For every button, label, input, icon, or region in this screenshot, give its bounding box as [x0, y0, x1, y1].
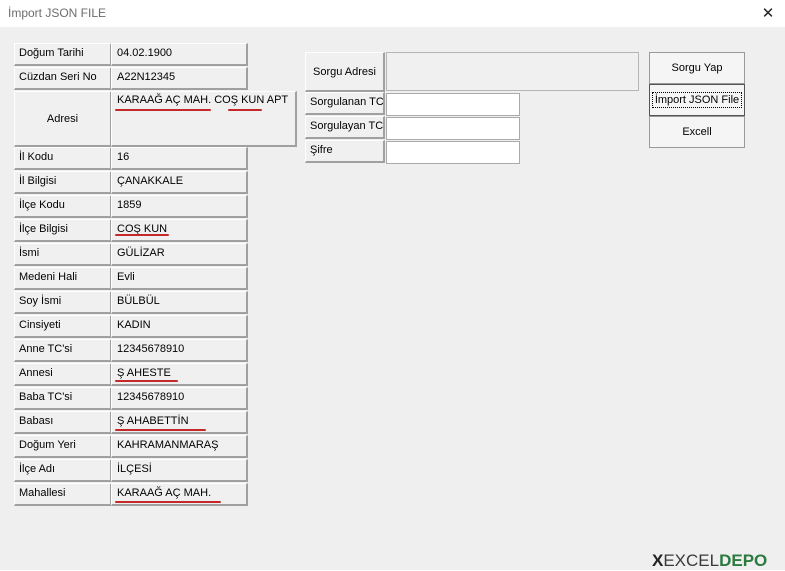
il-bilgisi-value[interactable]: ÇANAKKALE [111, 171, 248, 194]
cinsiyeti-value[interactable]: KADIN [111, 315, 248, 338]
ismi-value[interactable]: GÜLİZAR [111, 243, 248, 266]
cinsiyeti-label: Cinsiyeti [14, 315, 112, 338]
il-kodu-value[interactable]: 16 [111, 147, 248, 170]
ilce-bilgisi-underline [115, 234, 169, 236]
ilce-adi-label: İlçe Adı [14, 459, 112, 482]
adresi-value[interactable]: KARAAĞ AÇ MAH. COŞ KUN APT [111, 91, 297, 147]
import-json-file-button-label: İmport JSON File [651, 92, 743, 108]
title-bar: İmport JSON FILE ✕ [0, 0, 785, 26]
address-underline-2 [228, 109, 262, 111]
dogum-yeri-label: Doğum Yeri [14, 435, 112, 458]
cuzdan-seri-no-label: Cüzdan Seri No [14, 67, 112, 90]
sorgulanan-tc-label: Sorgulanan TC [305, 92, 385, 115]
ilce-kodu-value[interactable]: 1859 [111, 195, 248, 218]
ilce-adi-value[interactable]: İLÇESİ [111, 459, 248, 482]
logo-depo-text: DEPO [719, 551, 768, 570]
mahallesi-underline [115, 501, 221, 503]
close-button[interactable]: ✕ [752, 0, 784, 26]
import-json-file-button[interactable]: İmport JSON File [649, 84, 745, 116]
annesi-value[interactable]: Ş AHESTE [111, 363, 248, 386]
cuzdan-seri-no-value[interactable]: A22N12345 [111, 67, 248, 90]
babasi-label: Babası [14, 411, 112, 434]
close-icon: ✕ [761, 5, 775, 22]
il-bilgisi-label: İl Bilgisi [14, 171, 112, 194]
baba-tc-label: Baba TC'si [14, 387, 112, 410]
baba-tc-value[interactable]: 12345678910 [111, 387, 248, 410]
babasi-underline [115, 429, 206, 431]
ismi-label: İsmi [14, 243, 112, 266]
anne-tc-value[interactable]: 12345678910 [111, 339, 248, 362]
logo-excel-text: EXCEL [663, 551, 720, 570]
exceldepo-logo: XEXCELDEPO [652, 551, 767, 571]
adresi-label: Adresi [14, 91, 112, 147]
sorgu-adresi-label: Sorgu Adresi [305, 52, 385, 92]
dogum-tarihi-value[interactable]: 04.02.1900 [111, 43, 248, 66]
sorgu-yap-button-label: Sorgu Yap [671, 62, 723, 74]
ilce-bilgisi-value[interactable]: COŞ KUN [111, 219, 248, 242]
medeni-hali-label: Medeni Hali [14, 267, 112, 290]
il-kodu-label: İl Kodu [14, 147, 112, 170]
excell-button[interactable]: Excell [649, 116, 745, 148]
mahallesi-label: Mahallesi [14, 483, 112, 506]
dogum-yeri-value[interactable]: KAHRAMANMARAŞ [111, 435, 248, 458]
annesi-underline [115, 380, 178, 382]
sorgulanan-tc-field[interactable] [386, 93, 520, 116]
ilce-bilgisi-label: İlçe Bilgisi [14, 219, 112, 242]
sifre-field[interactable] [386, 141, 520, 164]
excell-button-label: Excell [682, 126, 712, 138]
annesi-label: Annesi [14, 363, 112, 386]
sifre-label: Şifre [305, 140, 385, 163]
window-title: İmport JSON FILE [8, 6, 107, 20]
ilce-kodu-label: İlçe Kodu [14, 195, 112, 218]
sorgulayan-tc-field[interactable] [386, 117, 520, 140]
sorgu-adresi-field[interactable] [386, 52, 639, 91]
logo-x-mark: X [652, 551, 664, 570]
anne-tc-label: Anne TC'si [14, 339, 112, 362]
address-underline-1 [115, 109, 211, 111]
soy-ismi-label: Soy İsmi [14, 291, 112, 314]
medeni-hali-value[interactable]: Evli [111, 267, 248, 290]
sorgu-yap-button[interactable]: Sorgu Yap [649, 52, 745, 84]
dogum-tarihi-label: Doğum Tarihi [14, 43, 112, 66]
soy-ismi-value[interactable]: BÜLBÜL [111, 291, 248, 314]
sorgulayan-tc-label: Sorgulayan TC [305, 116, 385, 139]
